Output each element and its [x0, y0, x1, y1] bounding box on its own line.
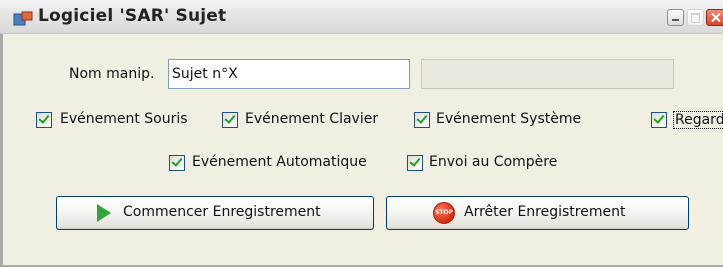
checkbox-souris-label: Evénement Souris	[60, 111, 188, 127]
secondary-field[interactable]	[421, 59, 674, 89]
stop-recording-label: Arrêter Enregistrement	[464, 204, 626, 220]
app-icon	[13, 11, 33, 26]
stop-recording-button[interactable]: STOP Arrêter Enregistrement	[386, 196, 689, 230]
title-bar[interactable]: Logiciel 'SAR' Sujet	[0, 0, 723, 34]
checkbox-automatique-box[interactable]	[169, 155, 185, 171]
checkbox-souris-box[interactable]	[36, 112, 52, 128]
start-recording-button[interactable]: Commencer Enregistrement	[56, 196, 374, 230]
start-recording-label: Commencer Enregistrement	[123, 204, 321, 220]
name-label: Nom manip.	[69, 66, 155, 82]
minimize-button[interactable]	[667, 9, 684, 26]
checkbox-compere-box[interactable]	[407, 155, 423, 171]
checkbox-clavier-label: Evénement Clavier	[245, 111, 379, 127]
checkbox-systeme-label: Evénement Système	[436, 111, 582, 127]
app-window: Logiciel 'SAR' Sujet Nom manip. Evénemen…	[0, 0, 723, 267]
checkbox-regard-label: Regard	[673, 111, 723, 129]
checkbox-automatique-label: Evénement Automatique	[192, 154, 367, 170]
play-icon	[97, 204, 111, 222]
checkbox-compere-label: Envoi au Compère	[429, 154, 558, 170]
close-button[interactable]	[706, 9, 723, 26]
stop-icon: STOP	[433, 202, 455, 224]
name-input[interactable]	[168, 59, 410, 89]
checkbox-regard-box[interactable]	[651, 112, 667, 128]
checkbox-systeme-box[interactable]	[414, 112, 430, 128]
checkbox-clavier-box[interactable]	[222, 112, 238, 128]
maximize-button[interactable]	[687, 9, 704, 26]
window-title: Logiciel 'SAR' Sujet	[38, 6, 227, 26]
